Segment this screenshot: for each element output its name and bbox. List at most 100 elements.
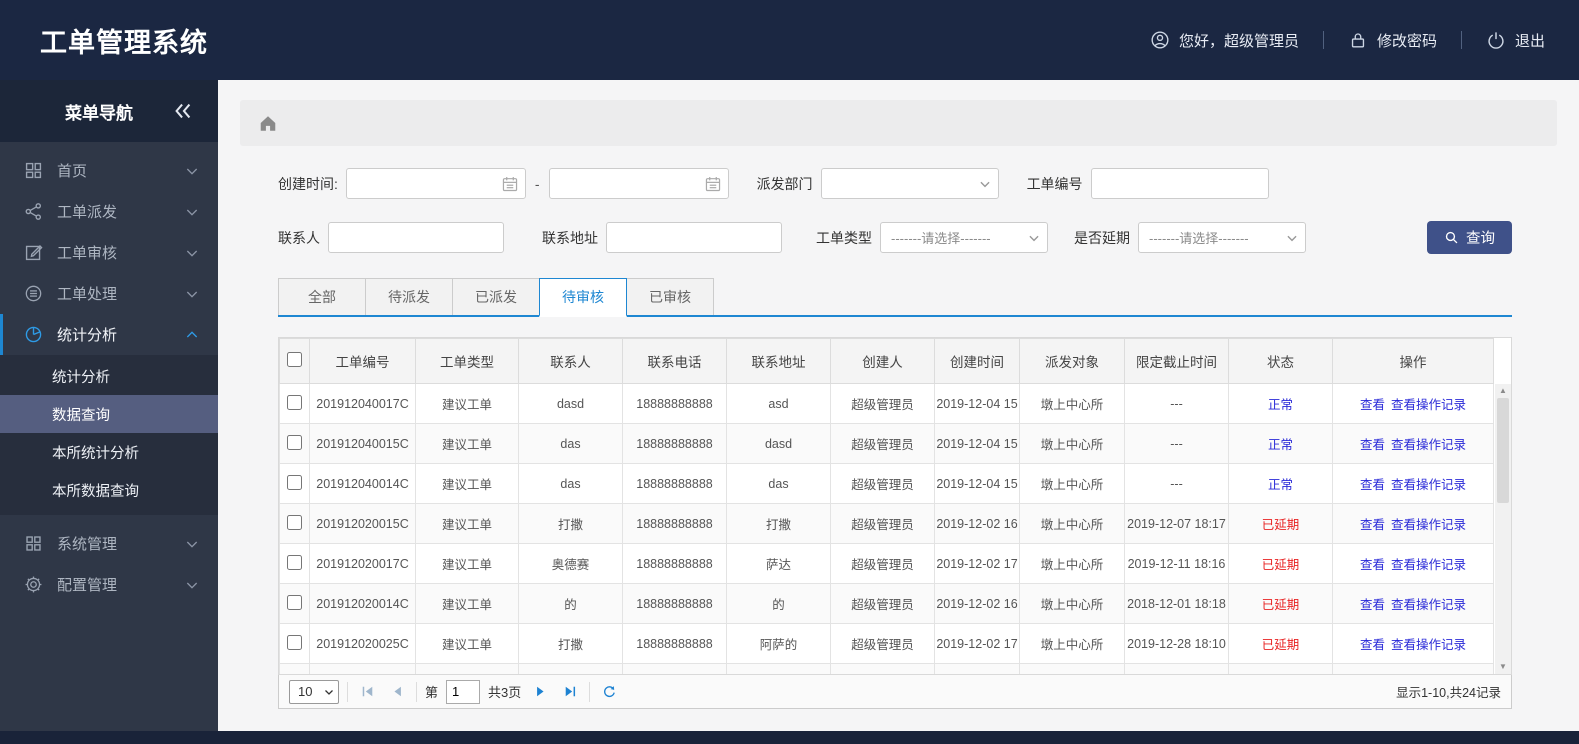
view-link[interactable]: 查看: [1360, 398, 1385, 412]
dispatch-dept-select[interactable]: [820, 168, 999, 199]
delay-select[interactable]: -------请选择-------: [1138, 222, 1306, 253]
view-link[interactable]: 查看: [1360, 558, 1385, 572]
view-log-link[interactable]: 查看操作记录: [1391, 598, 1466, 612]
sidebar-subitem-statistics[interactable]: 统计分析: [0, 357, 218, 395]
sidebar-subitem-data-query[interactable]: 数据查询: [0, 395, 218, 433]
sidebar-collapse-button[interactable]: [172, 100, 218, 122]
sidebar-item-statistics[interactable]: 统计分析: [0, 314, 218, 355]
calendar-icon[interactable]: [501, 175, 519, 193]
sidebar-item-system[interactable]: 系统管理: [0, 523, 218, 564]
row-select-cell: [279, 463, 310, 504]
address-field[interactable]: [606, 222, 782, 253]
cell-target: 墩上中心所: [1019, 583, 1125, 624]
sidebar: 菜单导航 首页 工单派发 工单审核 工单处理 统计分析 统计分析 数据查询 本所…: [0, 80, 218, 731]
view-log-link[interactable]: 查看操作记录: [1391, 558, 1466, 572]
work-order-table: 工单编号 工单类型 联系人 联系电话 联系地址 创建人 创建时间 派发对象 限定…: [278, 337, 1512, 675]
cell-status: 已延期: [1228, 583, 1333, 624]
view-link[interactable]: 查看: [1360, 518, 1385, 532]
cell-target: 墩上中心所: [1019, 623, 1125, 664]
sidebar-item-label: 工单审核: [57, 245, 118, 262]
search-button[interactable]: 查询: [1427, 221, 1512, 254]
cell-deadline: ---: [1124, 423, 1229, 464]
row-checkbox[interactable]: [287, 394, 302, 410]
scrollbar-thumb[interactable]: [1497, 398, 1509, 503]
tab-dispatched[interactable]: 已派发: [452, 278, 540, 315]
view-log-link[interactable]: 查看操作记录: [1391, 478, 1466, 492]
cell-id: [309, 663, 416, 674]
search-icon: [1444, 230, 1459, 245]
view-link[interactable]: 查看: [1360, 438, 1385, 452]
row-checkbox[interactable]: [287, 594, 302, 610]
sidebar-header: 菜单导航: [0, 80, 218, 142]
cell-phone: 18888888888: [622, 383, 727, 424]
last-page-button[interactable]: [559, 681, 581, 703]
create-time-start-input[interactable]: [346, 169, 525, 198]
create-time-end-input[interactable]: [549, 169, 728, 198]
refresh-button[interactable]: [598, 681, 620, 703]
logout-button[interactable]: 退出: [1486, 30, 1545, 51]
page-size-select[interactable]: 10: [289, 679, 339, 704]
sidebar-subitem-local-statistics[interactable]: 本所统计分析: [0, 433, 218, 471]
cell-id: 201912020017C: [309, 543, 416, 584]
sidebar-menu: 首页 工单派发 工单审核 工单处理 统计分析 统计分析 数据查询 本所统计分析 …: [0, 142, 218, 605]
page-number-input[interactable]: [446, 679, 481, 704]
scroll-up-icon[interactable]: ▲: [1499, 386, 1507, 396]
submenu-label: 统计分析: [52, 369, 110, 386]
tab-all[interactable]: 全部: [278, 278, 366, 315]
logout-label: 退出: [1514, 32, 1545, 50]
change-password-button[interactable]: 修改密码: [1348, 30, 1437, 51]
row-checkbox[interactable]: [287, 434, 302, 450]
sidebar-item-review[interactable]: 工单审核: [0, 232, 218, 273]
order-no-input[interactable]: [1091, 169, 1268, 198]
cell-type: 建议工单: [415, 583, 519, 624]
row-checkbox[interactable]: [287, 474, 302, 490]
cell-deadline: 2019-12-07 18:17: [1124, 503, 1229, 544]
view-log-link[interactable]: 查看操作记录: [1391, 518, 1466, 532]
contact-field[interactable]: [328, 222, 504, 253]
view-link[interactable]: 查看: [1360, 638, 1385, 652]
first-page-button[interactable]: [356, 681, 378, 703]
create-time-start-field[interactable]: [345, 168, 526, 199]
contact-input[interactable]: [329, 223, 503, 252]
scrollbar-track[interactable]: [1495, 396, 1511, 662]
create-time-end-field[interactable]: [548, 168, 729, 199]
order-type-label: 工单类型: [816, 229, 872, 246]
chevron-down-icon: [184, 286, 200, 302]
table-scrollbar[interactable]: ▲ ▼: [1495, 384, 1511, 674]
tab-pending-review[interactable]: 待审核: [539, 278, 627, 317]
order-type-select[interactable]: -------请选择-------: [880, 222, 1048, 253]
view-link[interactable]: 查看: [1360, 598, 1385, 612]
sidebar-subitem-local-data-query[interactable]: 本所数据查询: [0, 471, 218, 509]
home-icon[interactable]: [258, 113, 278, 133]
view-log-link[interactable]: 查看操作记录: [1391, 398, 1466, 412]
row-select-cell: [279, 583, 310, 624]
row-checkbox[interactable]: [287, 634, 302, 650]
sidebar-item-label: 统计分析: [57, 327, 118, 344]
user-greeting[interactable]: 您好，超级管理员: [1150, 30, 1299, 51]
row-checkbox[interactable]: [287, 554, 302, 570]
tab-reviewed[interactable]: 已审核: [626, 278, 714, 315]
order-no-field[interactable]: [1090, 168, 1269, 199]
row-checkbox[interactable]: [287, 514, 302, 530]
sidebar-item-dispatch[interactable]: 工单派发: [0, 191, 218, 232]
pager-divider: [347, 681, 348, 702]
sidebar-item-home[interactable]: 首页: [0, 150, 218, 191]
view-link[interactable]: 查看: [1360, 478, 1385, 492]
sidebar-item-label: 工单处理: [57, 286, 118, 303]
prev-page-button[interactable]: [386, 681, 408, 703]
cell-status: 正常: [1228, 423, 1333, 464]
col-status: 状态: [1228, 338, 1333, 384]
tab-pending-dispatch[interactable]: 待派发: [365, 278, 453, 315]
select-all-checkbox[interactable]: [287, 352, 302, 367]
next-page-button[interactable]: [529, 681, 551, 703]
sidebar-item-config[interactable]: 配置管理: [0, 564, 218, 605]
view-log-link[interactable]: 查看操作记录: [1391, 438, 1466, 452]
cell-status: 已延期: [1228, 543, 1333, 584]
view-log-link[interactable]: 查看操作记录: [1391, 638, 1466, 652]
calendar-icon[interactable]: [704, 175, 722, 193]
address-input[interactable]: [607, 223, 781, 252]
scroll-down-icon[interactable]: ▼: [1499, 662, 1507, 672]
row-checkbox[interactable]: [287, 675, 302, 676]
table-row: 201912040015C 建议工单 das 18888888888 dasd 超级管理员…: [279, 423, 1494, 464]
sidebar-item-process[interactable]: 工单处理: [0, 273, 218, 314]
